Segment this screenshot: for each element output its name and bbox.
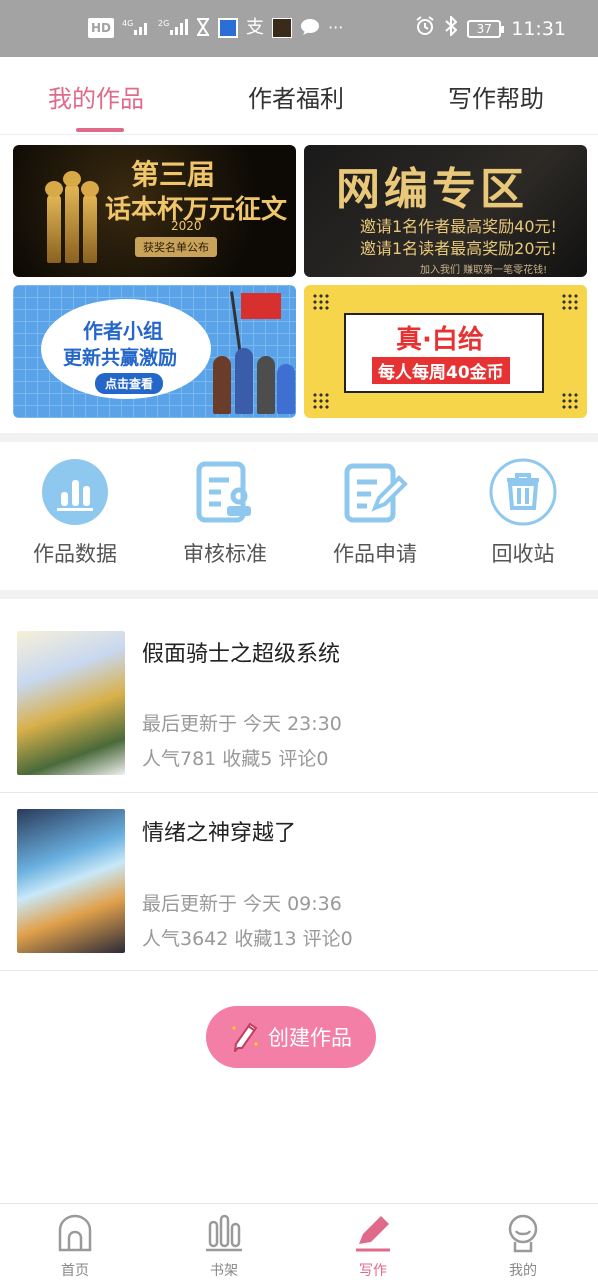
nav-label: 书架 [210,1263,238,1279]
bottom-nav: 首页 书架 写作 我的 [0,1203,598,1280]
photo-icon [272,18,293,38]
dot-pattern [561,293,579,311]
review-document-icon [191,458,259,526]
nav-home[interactable]: 首页 [25,1212,125,1280]
4g-signal-icon: 4G [122,18,150,38]
hd-icon: HD [88,18,115,38]
create-work-label: 创建作品 [268,1026,352,1050]
app-icon [218,18,239,38]
section-divider [0,590,598,599]
trophy-icon [45,181,63,263]
dot-pattern [312,392,330,410]
banner-title: 第三届 [131,158,216,191]
work-title: 情绪之神穿越了 [142,821,297,846]
active-tab-indicator [76,128,124,132]
tab-author-benefits[interactable]: 作者福利 [248,79,344,114]
work-title: 假面骑士之超级系统 [142,642,341,667]
work-cover [17,631,125,775]
nav-label: 写作 [359,1263,387,1279]
pen-icon [323,1212,423,1254]
nav-write[interactable]: 写作 [323,1212,423,1280]
dot-pattern [312,293,330,311]
status-bar-left: HD 4G 2G 支 ··· [88,18,343,38]
clock: 11:31 [511,17,566,40]
banner-title: 网编专区 [336,164,528,215]
tab-writing-help[interactable]: 写作帮助 [448,79,544,114]
work-item[interactable]: 情绪之神穿越了 最后更新于 今天 09:36 人气3642 收藏13 评论0 [0,793,598,971]
banner-title: 作者小组 [83,319,163,343]
pencil-icon [230,1018,260,1057]
status-bar-right: 37 11:31 [415,14,566,41]
tool-work-apply[interactable]: 作品申请 [300,458,450,568]
tool-label: 审核标准 [183,542,267,566]
banner-subtitle: 每人每周40金币 [372,357,510,384]
tool-label: 作品申请 [333,542,417,566]
work-updated: 最后更新于 今天 09:36 [142,893,342,915]
banner-editor-zone[interactable]: 网编专区 邀请1名作者最高奖励40元! 邀请1名读者最高奖励20元! 加入我们 … [304,145,587,277]
trophy-icon [81,181,99,263]
banner-free-coins[interactable]: 真·白给 每人每周40金币 [304,285,587,418]
svg-text:2G: 2G [158,19,169,28]
nav-profile[interactable]: 我的 [473,1212,573,1280]
banner-title: 真·白给 [396,325,484,355]
person-illustration [277,364,295,414]
flag-icon [241,293,281,319]
work-cover [17,809,125,953]
create-work-button[interactable]: 创建作品 [206,1006,376,1068]
tool-label: 回收站 [491,542,555,566]
profile-icon [473,1212,573,1254]
alarm-icon [415,16,435,41]
chat-icon [300,18,320,38]
hourglass-icon [196,18,210,38]
svg-text:4G: 4G [122,19,133,28]
nav-bookshelf[interactable]: 书架 [174,1212,274,1280]
nav-label: 首页 [61,1263,89,1279]
battery-indicator: 37 [467,19,505,38]
alipay-icon: 支 [246,17,265,38]
tool-recycle-bin[interactable]: 回收站 [448,458,598,568]
person-illustration [235,348,253,414]
status-bar: HD 4G 2G 支 ··· 37 11:31 [0,0,598,57]
top-tabs: 我的作品 作者福利 写作帮助 [0,57,598,135]
bluetooth-icon [445,14,458,41]
dot-pattern [561,392,579,410]
tool-works-data[interactable]: 作品数据 [0,458,150,568]
more-indicator: ··· [328,18,344,37]
trophy-icon [63,171,81,263]
banner-button: 点击查看 [95,373,164,394]
banner-footnote: 加入我们 赚取第一笔零花钱! [420,265,548,276]
person-illustration [257,356,275,414]
bar-chart-icon [41,458,109,526]
person-illustration [213,356,231,414]
work-updated: 最后更新于 今天 23:30 [142,713,342,735]
banner-year: 2020 [171,219,202,233]
banner-line: 邀请1名作者最高奖励40元! [360,217,557,236]
home-icon [25,1212,125,1254]
banner-button: 获奖名单公布 [135,237,217,257]
banner-author-group[interactable]: 作者小组 更新共赢激励 点击查看 [13,285,296,418]
banner-subtitle: 更新共赢激励 [63,347,178,369]
tool-label: 作品数据 [33,542,117,566]
banner-line: 邀请1名读者最高奖励20元! [360,239,557,258]
trash-icon [489,458,557,526]
work-stats: 人气3642 收藏13 评论0 [142,928,353,950]
tool-review-standard[interactable]: 审核标准 [150,458,300,568]
banner-essay-contest[interactable]: 第三届 话本杯万元征文 2020 获奖名单公布 [13,145,296,277]
work-stats: 人气781 收藏5 评论0 [142,748,329,770]
tab-my-works[interactable]: 我的作品 [48,79,144,114]
bookshelf-icon [174,1212,274,1254]
section-divider [0,433,598,442]
nav-label: 我的 [509,1263,537,1279]
edit-document-icon [341,458,409,526]
work-item[interactable]: 假面骑士之超级系统 最后更新于 今天 23:30 人气781 收藏5 评论0 [0,599,598,793]
2g-signal-icon: 2G [158,18,189,38]
